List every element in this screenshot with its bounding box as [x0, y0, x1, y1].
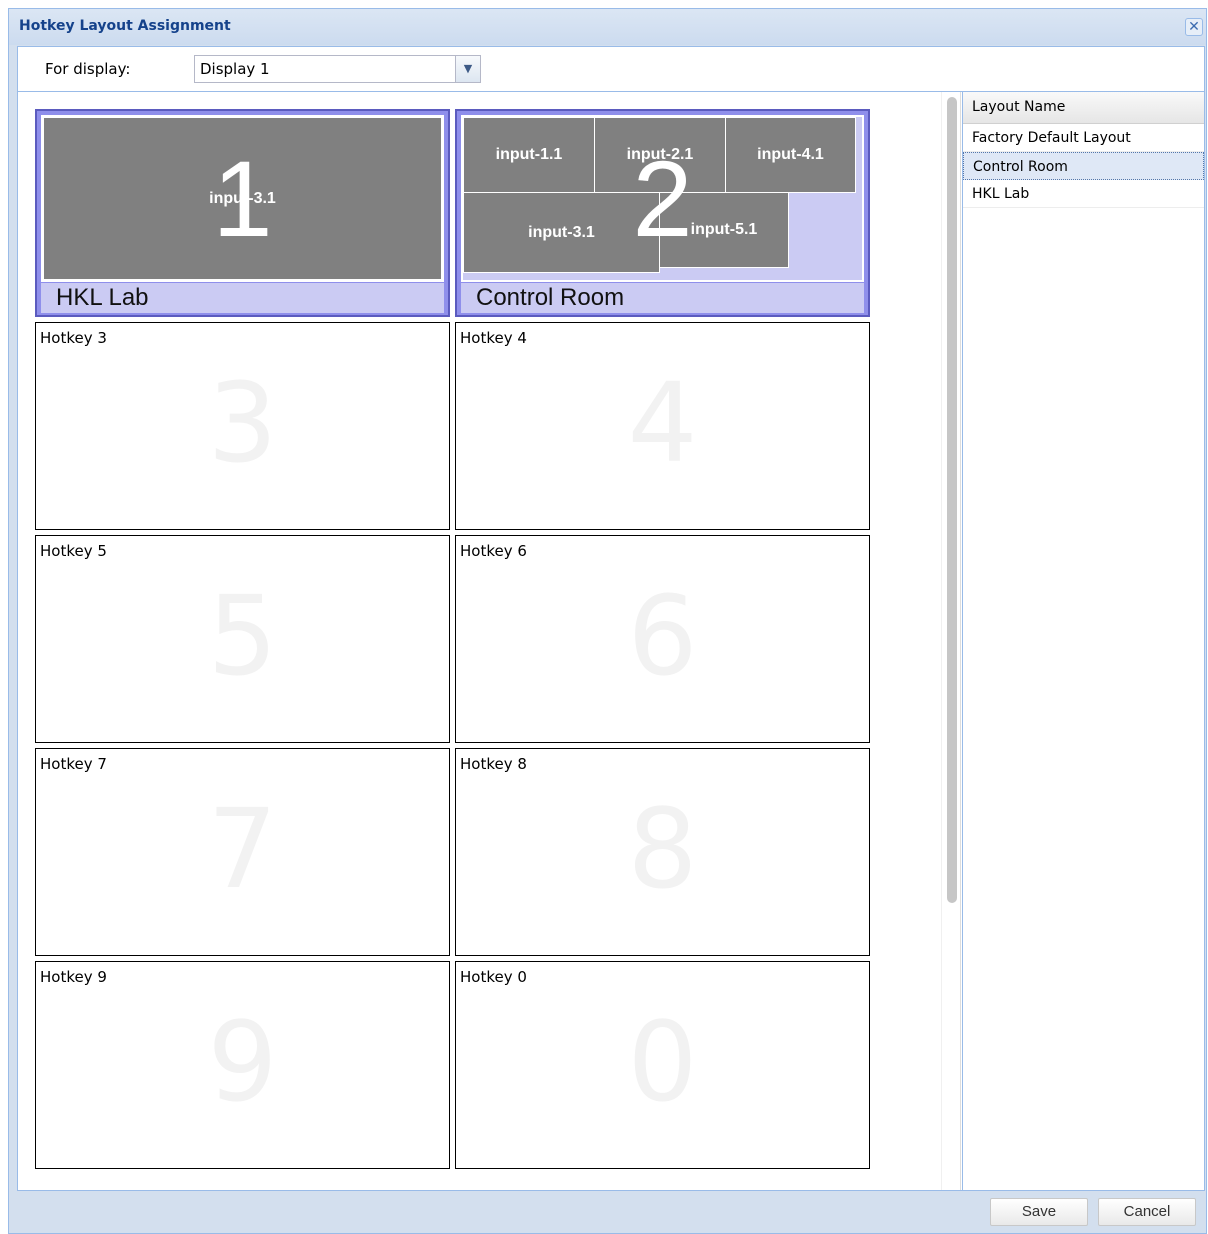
chevron-down-icon: ▼ — [463, 62, 473, 75]
display-select-trigger[interactable]: ▼ — [455, 56, 480, 82]
layout-list-header[interactable]: Layout Name — [963, 92, 1204, 124]
layout-list-item-label: Factory Default Layout — [972, 130, 1131, 146]
hotkey-label: Hotkey 3 — [40, 329, 107, 347]
display-label: For display: — [45, 60, 131, 78]
hotkey-number: 5 — [207, 572, 278, 700]
layout-list-item[interactable]: Control Room — [963, 152, 1204, 180]
hotkey-tile-4[interactable]: Hotkey 4 4 — [455, 322, 870, 530]
hotkey-tile-7[interactable]: Hotkey 7 7 — [35, 748, 450, 956]
hotkey-tile-1[interactable]: input-3.1 1 HKL Lab — [35, 109, 450, 317]
hotkey-label: Hotkey 7 — [40, 755, 107, 773]
hotkey-number: 7 — [207, 785, 278, 913]
layout-list-item-label: Control Room — [973, 159, 1068, 175]
hotkey-tile-0[interactable]: Hotkey 0 0 — [455, 961, 870, 1169]
close-icon: ✕ — [1188, 19, 1200, 35]
layout-preview: input-1.1 input-2.1 input-4.1 input-3.1 … — [461, 115, 864, 282]
hotkey-label: Hotkey 9 — [40, 968, 107, 986]
hotkey-layout-dialog: Hotkey Layout Assignment ✕ For display: … — [8, 8, 1207, 1234]
layout-preview: input-3.1 1 — [41, 115, 444, 282]
hotkey-tile-5[interactable]: Hotkey 5 5 — [35, 535, 450, 743]
hotkey-tile-8[interactable]: Hotkey 8 8 — [455, 748, 870, 956]
layout-list-item-label: HKL Lab — [972, 186, 1030, 202]
display-select-value: Display 1 — [200, 60, 270, 78]
hotkey-number: 0 — [627, 998, 698, 1126]
hotkey-tile-9[interactable]: Hotkey 9 9 — [35, 961, 450, 1169]
hotkey-number: 3 — [207, 359, 278, 487]
hotkey-tile-3[interactable]: Hotkey 3 3 — [35, 322, 450, 530]
layout-list-item[interactable]: HKL Lab — [963, 180, 1204, 208]
hotkey-number: 9 — [207, 998, 278, 1126]
display-select[interactable]: Display 1 ▼ — [194, 55, 481, 83]
hotkey-label: Hotkey 4 — [460, 329, 527, 347]
hotkey-label: Hotkey 0 — [460, 968, 527, 986]
hotkey-number: 2 — [632, 138, 693, 259]
hotkey-tile-6[interactable]: Hotkey 6 6 — [455, 535, 870, 743]
hotkey-label: Hotkey 8 — [460, 755, 527, 773]
save-button[interactable]: Save — [990, 1198, 1088, 1226]
dialog-titlebar: Hotkey Layout Assignment ✕ — [9, 9, 1206, 45]
grid-scrollbar[interactable] — [941, 92, 961, 1190]
hotkey-grid: input-3.1 1 HKL Lab input-1.1 input-2.1 — [18, 92, 941, 1190]
content-area: input-3.1 1 HKL Lab input-1.1 input-2.1 — [17, 91, 1205, 1191]
hotkey-number: 4 — [627, 359, 698, 487]
hotkey-label: Hotkey 6 — [460, 542, 527, 560]
layout-list-item[interactable]: Factory Default Layout — [963, 124, 1204, 152]
close-button[interactable]: ✕ — [1185, 18, 1203, 36]
scrollbar-thumb[interactable] — [947, 97, 957, 903]
cancel-button[interactable]: Cancel — [1098, 1198, 1196, 1226]
dialog-title: Hotkey Layout Assignment — [19, 18, 231, 34]
layout-name: HKL Lab — [56, 284, 149, 311]
hotkey-label: Hotkey 5 — [40, 542, 107, 560]
hotkey-number: 8 — [627, 785, 698, 913]
layout-list-panel: Layout Name Factory Default Layout Contr… — [962, 92, 1204, 1190]
layout-name: Control Room — [476, 284, 625, 311]
hotkey-number: 1 — [212, 138, 273, 259]
hotkey-tile-2[interactable]: input-1.1 input-2.1 input-4.1 input-3.1 … — [455, 109, 870, 317]
display-selector-bar: For display: Display 1 ▼ — [17, 46, 1205, 91]
hotkey-number: 6 — [627, 572, 698, 700]
column-header-layout-name: Layout Name — [972, 99, 1066, 115]
